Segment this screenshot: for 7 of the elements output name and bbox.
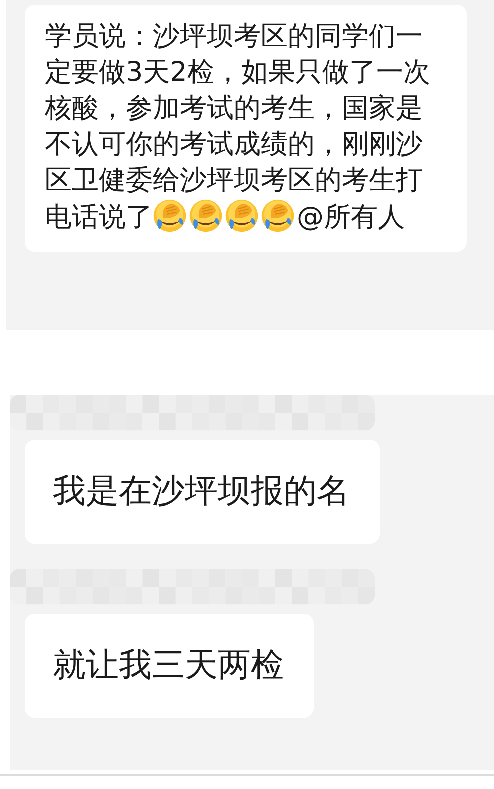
- facepalm-emoji-icon: [189, 199, 223, 233]
- message-text: 就让我三天两检: [53, 645, 284, 684]
- facepalm-emoji-icon: [261, 199, 295, 233]
- facepalm-emoji-icon: [225, 199, 259, 233]
- facepalm-emoji-icon: [153, 199, 187, 233]
- message-text: 学员说：沙坪坝考区的同学们一定要做3天2检，如果只做了一次核酸，参加考试的考生，国家是不认可你的考试成绩的，刚刚沙区卫健委给沙坪坝考区的考生打电话说了 @所有人: [45, 20, 432, 235]
- message-text: 我是在沙坪坝报的名: [53, 471, 350, 510]
